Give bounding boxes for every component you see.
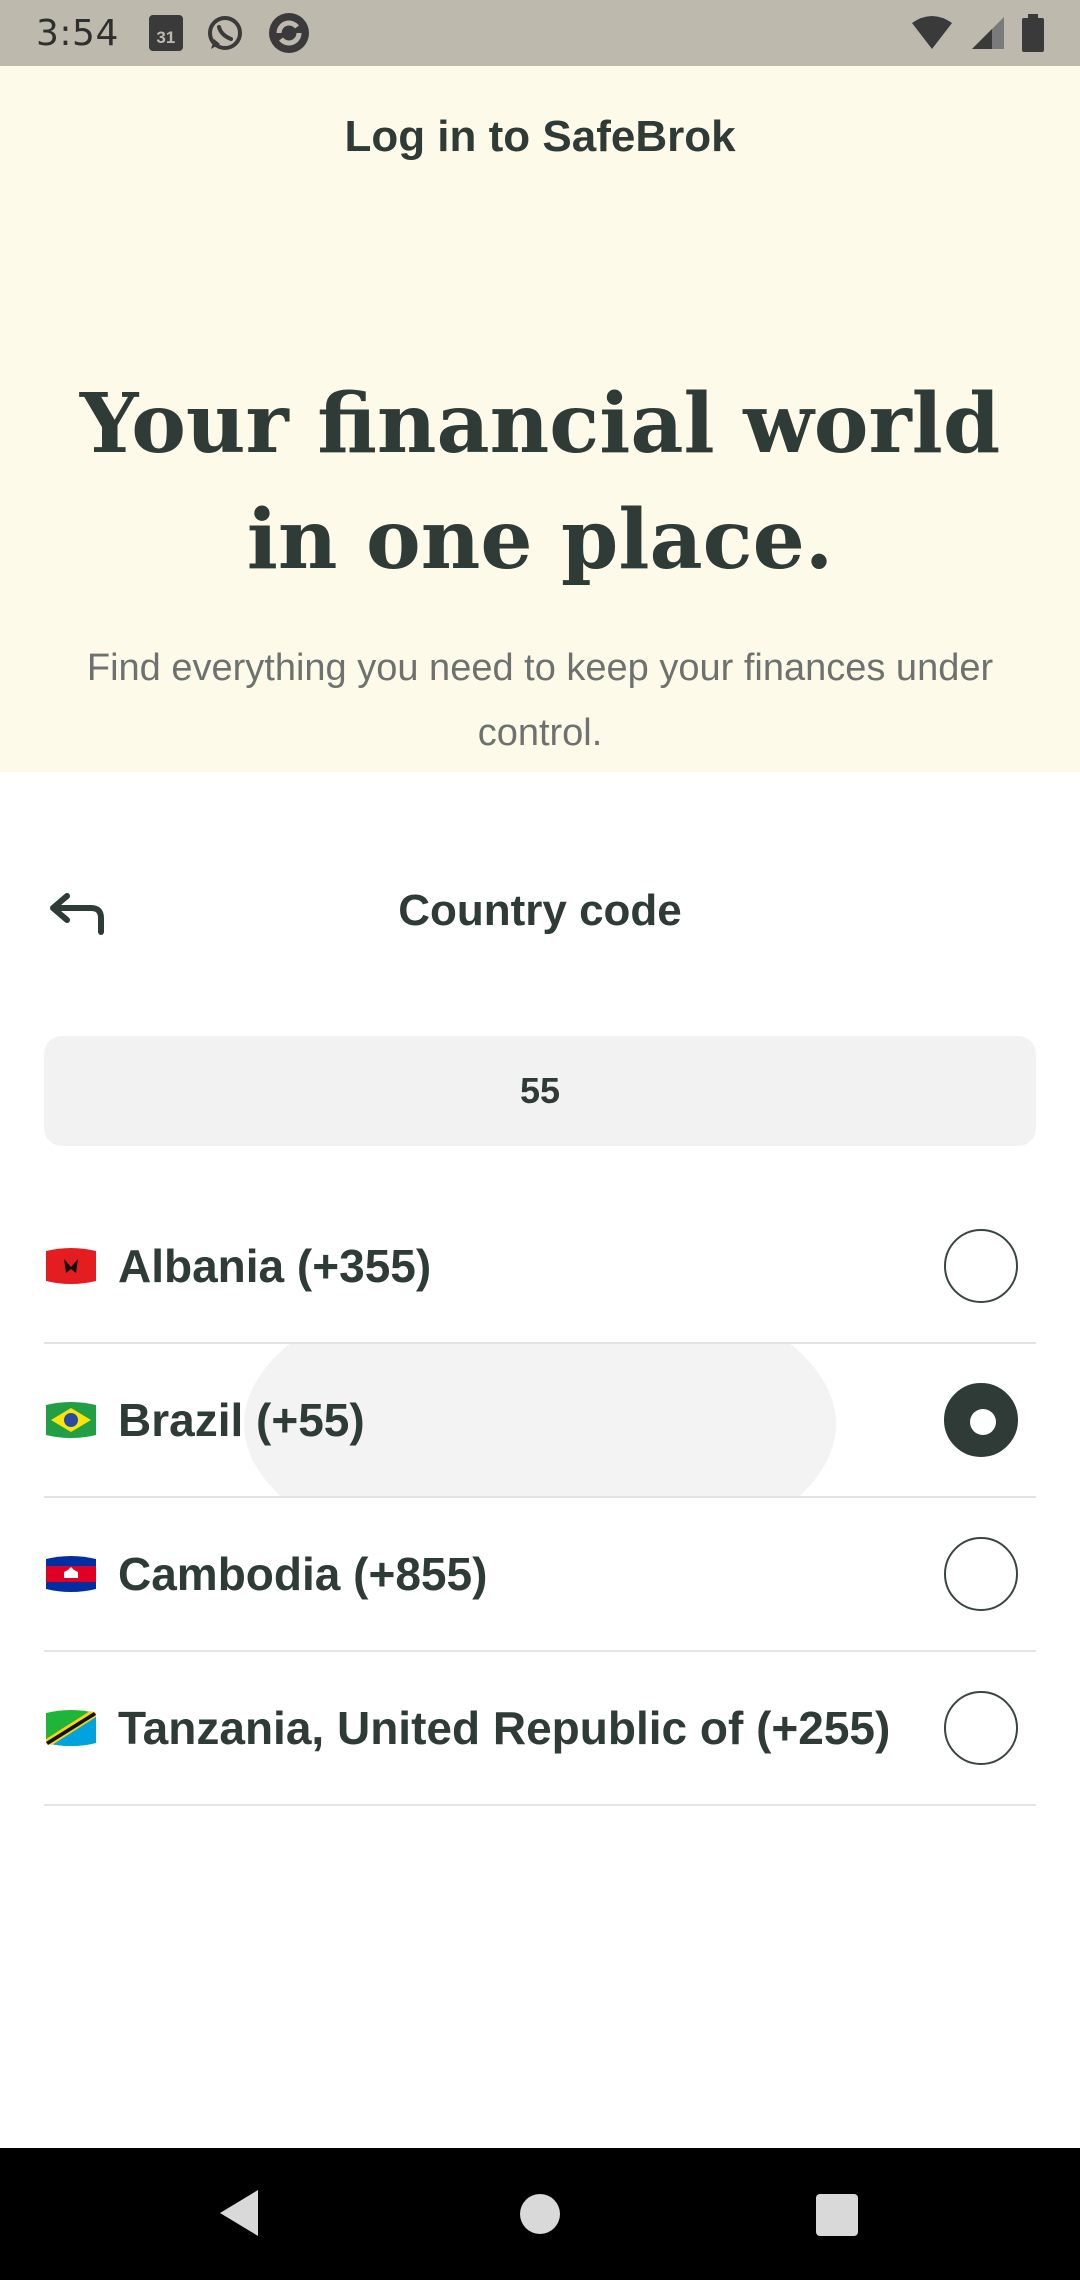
hero-headline-line2: in one place. [246, 492, 834, 588]
country-label: Albania (+355) [118, 1240, 432, 1292]
nav-recents-icon[interactable] [816, 2194, 858, 2236]
sheet-title: Country code [398, 886, 682, 935]
back-button[interactable] [42, 882, 112, 946]
calendar-icon: 31 [148, 15, 183, 51]
country-option-cambodia[interactable]: Cambodia (+855) [44, 1498, 1036, 1652]
hero-headline: Your financial world in one place. [0, 366, 1080, 598]
notification-icons: 31 [148, 11, 311, 55]
whatsapp-icon [207, 16, 242, 50]
country-option-brazil[interactable]: Brazil (+55) [44, 1344, 1036, 1498]
country-label: Cambodia (+855) [118, 1548, 488, 1600]
hero-headline-line1: Your financial world [79, 376, 1001, 472]
login-hero: Log in to SafeBrok Your financial world … [0, 66, 1080, 772]
status-bar: 3:54 31 [0, 0, 1080, 66]
sync-app-icon [268, 13, 309, 53]
tanzania-flag-icon [46, 1710, 96, 1746]
country-label: Tanzania, United Republic of (+255) [118, 1702, 891, 1754]
system-icons [910, 14, 1044, 52]
country-label: Brazil (+55) [118, 1394, 365, 1446]
hero-subtitle: Find everything you need to keep your fi… [86, 647, 994, 754]
wifi-icon [912, 16, 952, 49]
login-title: Log in to SafeBrok [344, 112, 736, 161]
nav-back-icon[interactable] [216, 2188, 260, 2238]
cell-signal-icon [972, 17, 1004, 49]
radio-selected[interactable] [944, 1383, 1018, 1457]
back-arrow-icon [50, 893, 104, 935]
status-time: 3:54 [36, 12, 119, 54]
radio-unselected[interactable] [944, 1229, 1018, 1303]
brazil-flag-icon [46, 1402, 96, 1438]
country-option-tanzania[interactable]: Tanzania, United Republic of (+255) [44, 1652, 1036, 1806]
country-list: Albania (+355) Brazil (+55) Cambodia (+8… [44, 1190, 1036, 1806]
cambodia-flag-icon [46, 1556, 96, 1592]
radio-unselected[interactable] [944, 1537, 1018, 1611]
country-search-input[interactable] [44, 1036, 1036, 1146]
radio-unselected[interactable] [944, 1691, 1018, 1765]
nav-home-icon[interactable] [520, 2194, 560, 2234]
country-option-albania[interactable]: Albania (+355) [44, 1190, 1036, 1344]
battery-icon [1022, 14, 1044, 52]
system-nav-bar [0, 2148, 1080, 2280]
albania-flag-icon [46, 1248, 96, 1284]
country-code-header: Country code [0, 872, 1080, 956]
